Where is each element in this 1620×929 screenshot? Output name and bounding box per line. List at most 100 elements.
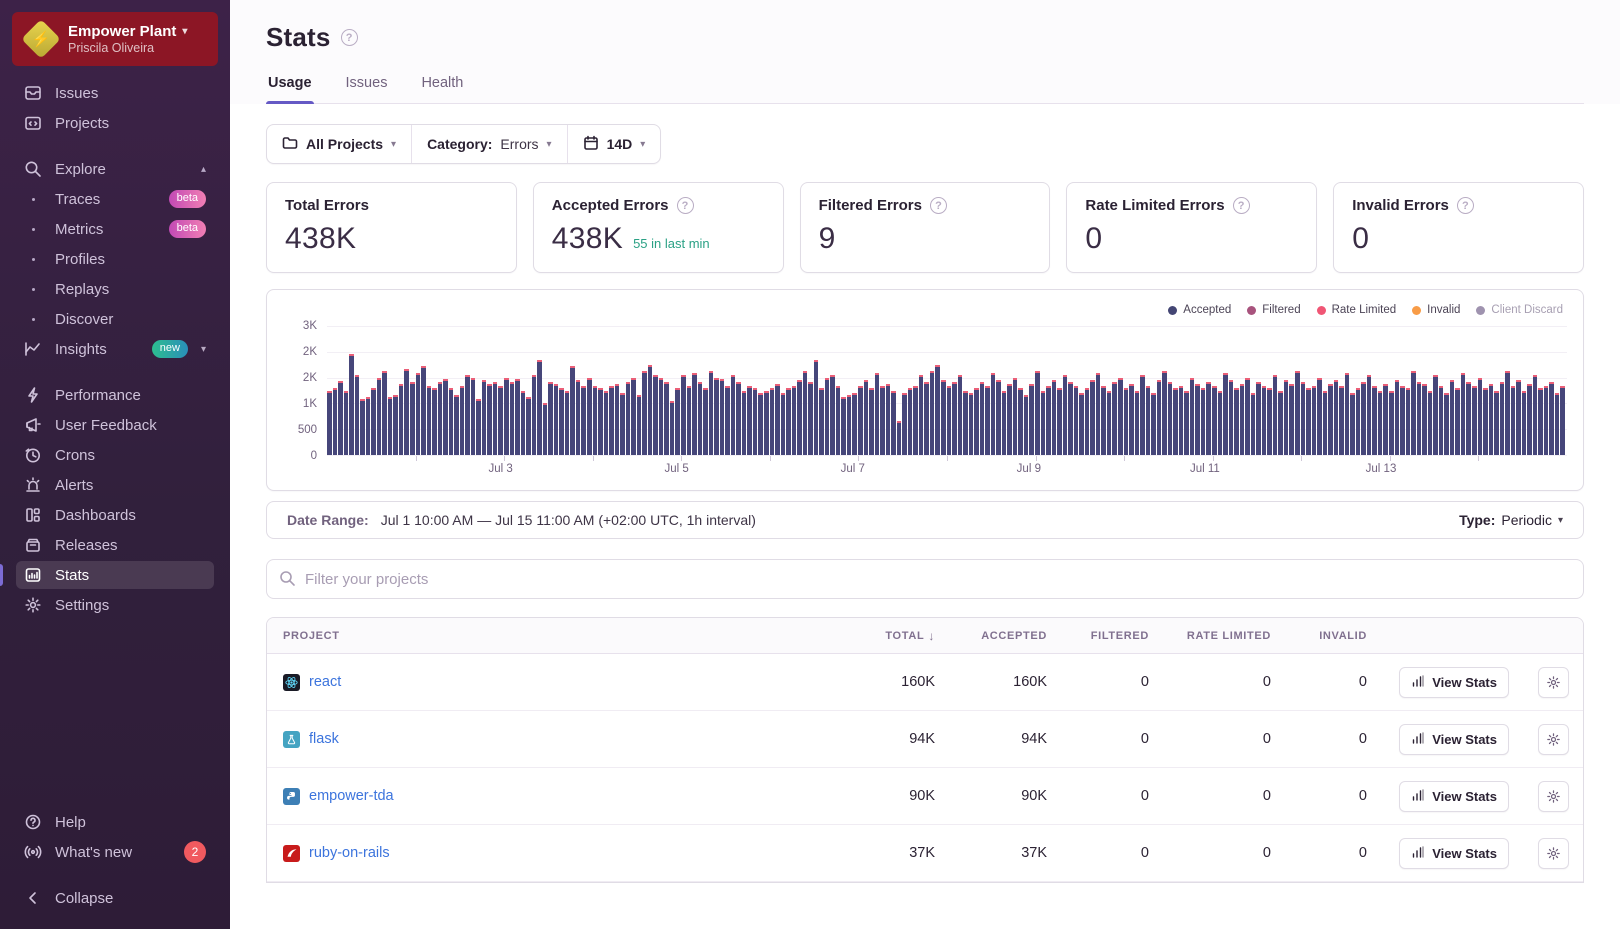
- project-link[interactable]: react: [309, 674, 341, 690]
- chart-bar[interactable]: [1383, 384, 1388, 455]
- chart-bar[interactable]: [1135, 391, 1140, 456]
- column-header-rate-limited[interactable]: RATE LIMITED: [1163, 630, 1271, 642]
- chart-bar[interactable]: [880, 386, 885, 455]
- chart-bar[interactable]: [847, 395, 852, 455]
- project-search-input[interactable]: [266, 559, 1584, 599]
- chart-bar[interactable]: [1472, 386, 1477, 455]
- chart-bar[interactable]: [1511, 386, 1516, 455]
- chart-bar[interactable]: [554, 384, 559, 455]
- chart-bar[interactable]: [1516, 380, 1521, 455]
- chart-bar[interactable]: [1417, 382, 1422, 455]
- chart-bar[interactable]: [852, 393, 857, 455]
- column-header-accepted[interactable]: ACCEPTED: [949, 630, 1047, 642]
- chart-bar[interactable]: [1278, 391, 1283, 456]
- sidebar-item-stats[interactable]: Stats: [0, 560, 230, 590]
- chart-bar[interactable]: [1168, 382, 1173, 455]
- chart-bar[interactable]: [747, 386, 752, 455]
- chart-bar[interactable]: [327, 391, 332, 456]
- chart-bar[interactable]: [659, 378, 664, 455]
- sidebar-item-profiles[interactable]: Profiles: [0, 244, 230, 274]
- chart-bar[interactable]: [604, 391, 609, 456]
- category-filter-dropdown[interactable]: Category: Errors ▾: [411, 125, 567, 163]
- chart-bar[interactable]: [1533, 375, 1538, 455]
- chart-bar[interactable]: [404, 369, 409, 455]
- chart-bar[interactable]: [471, 378, 476, 455]
- chart-bar[interactable]: [1455, 388, 1460, 455]
- chart-bar[interactable]: [1057, 388, 1062, 455]
- chart-bar[interactable]: [1085, 388, 1090, 455]
- chart-bar[interactable]: [1549, 382, 1554, 455]
- sidebar-item-settings[interactable]: Settings: [0, 590, 230, 620]
- chart-bar[interactable]: [947, 386, 952, 455]
- chart-bar[interactable]: [443, 379, 448, 455]
- chart-bar[interactable]: [891, 391, 896, 456]
- chart-bar[interactable]: [1013, 378, 1018, 455]
- chart-bar[interactable]: [825, 378, 830, 455]
- page-help-icon[interactable]: ?: [341, 29, 358, 46]
- chart-bar[interactable]: [991, 373, 996, 455]
- chart-bar[interactable]: [1306, 388, 1311, 455]
- project-settings-button[interactable]: [1538, 724, 1569, 755]
- chart-bar[interactable]: [493, 382, 498, 455]
- chart-bar[interactable]: [1345, 373, 1350, 455]
- chart-bar[interactable]: [1428, 391, 1433, 456]
- legend-item-client-discard[interactable]: Client Discard: [1476, 304, 1563, 316]
- chart-bar[interactable]: [1184, 391, 1189, 456]
- legend-item-filtered[interactable]: Filtered: [1247, 304, 1300, 316]
- chart-bar[interactable]: [355, 375, 360, 455]
- chart-bar[interactable]: [460, 386, 465, 455]
- chart-bar[interactable]: [1500, 382, 1505, 455]
- chart-bar[interactable]: [388, 397, 393, 455]
- chart-bar[interactable]: [537, 360, 542, 455]
- chart-bar[interactable]: [360, 399, 365, 455]
- chart-bar[interactable]: [432, 388, 437, 455]
- chart-bar[interactable]: [758, 393, 763, 455]
- chart-bar[interactable]: [875, 373, 880, 455]
- chart-bar[interactable]: [620, 393, 625, 455]
- legend-item-rate-limited[interactable]: Rate Limited: [1317, 304, 1397, 316]
- chart-bar[interactable]: [797, 380, 802, 455]
- project-link[interactable]: empower-tda: [309, 788, 394, 804]
- chart-bar[interactable]: [366, 397, 371, 455]
- chart-bar[interactable]: [1079, 393, 1084, 455]
- chart-bar[interactable]: [1372, 386, 1377, 455]
- chart-bar[interactable]: [410, 382, 415, 455]
- chart-bar[interactable]: [1035, 371, 1040, 455]
- chart-bar[interactable]: [720, 379, 725, 455]
- chart-bar[interactable]: [465, 375, 470, 455]
- chart-bar[interactable]: [1350, 393, 1355, 455]
- chart-bar[interactable]: [781, 393, 786, 455]
- chart-bar[interactable]: [770, 388, 775, 455]
- chart-bar[interactable]: [1328, 384, 1333, 455]
- chart-bar[interactable]: [1024, 395, 1029, 455]
- column-header-invalid[interactable]: INVALID: [1285, 630, 1367, 642]
- sidebar-item-projects[interactable]: Projects: [0, 108, 230, 138]
- chart-bar[interactable]: [1273, 375, 1278, 455]
- chart-bar[interactable]: [969, 393, 974, 455]
- tab-issues[interactable]: Issues: [344, 75, 390, 103]
- chart-bar[interactable]: [1162, 371, 1167, 455]
- chart-bar[interactable]: [482, 380, 487, 455]
- sidebar-item-insights[interactable]: Insights new ▾: [0, 334, 230, 364]
- chart-bar[interactable]: [753, 388, 758, 455]
- chart-bar[interactable]: [1223, 373, 1228, 455]
- tab-health[interactable]: Health: [419, 75, 465, 103]
- chart-bar[interactable]: [1090, 380, 1095, 455]
- chart-bar[interactable]: [1173, 388, 1178, 455]
- chart-bar[interactable]: [1489, 384, 1494, 455]
- chart-bar[interactable]: [731, 375, 736, 455]
- chart-bar[interactable]: [714, 378, 719, 455]
- chart-bar[interactable]: [526, 397, 531, 455]
- chart-bar[interactable]: [338, 381, 343, 455]
- chart-bar[interactable]: [1041, 391, 1046, 456]
- view-stats-button[interactable]: View Stats: [1399, 724, 1509, 755]
- chart-bar[interactable]: [841, 397, 846, 455]
- chart-bar[interactable]: [913, 386, 918, 455]
- chart-bar[interactable]: [498, 386, 503, 455]
- chart-bar[interactable]: [1018, 388, 1023, 455]
- chart-bar[interactable]: [836, 386, 841, 455]
- chart-bar[interactable]: [692, 373, 697, 455]
- chart-bar[interactable]: [1146, 386, 1151, 455]
- chart-bar[interactable]: [1494, 391, 1499, 456]
- chart-bar[interactable]: [543, 403, 548, 455]
